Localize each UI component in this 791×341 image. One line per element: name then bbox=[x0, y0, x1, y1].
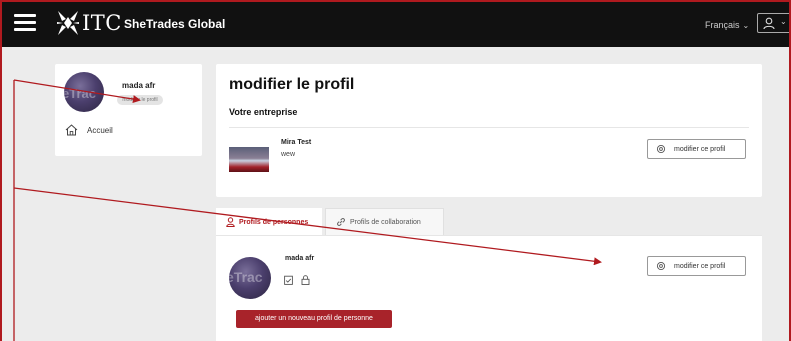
person-profile-card: eTrac mada afr modifier ce profil ajoute… bbox=[216, 236, 762, 341]
business-name: Mira Test bbox=[281, 139, 312, 146]
link-icon bbox=[337, 218, 345, 226]
itc-logo-icon bbox=[57, 11, 79, 35]
tab-label: Profils de personnes bbox=[239, 218, 309, 226]
person-name: mada afr bbox=[285, 255, 315, 262]
avatar[interactable]: eTrac bbox=[229, 257, 271, 299]
tab-people-profiles[interactable]: Profils de personnes bbox=[216, 208, 322, 236]
section-title: Votre entreprise bbox=[229, 107, 298, 117]
sidebar-item-label: Accueil bbox=[87, 125, 113, 135]
sidebar-item-home[interactable]: Accueil bbox=[65, 124, 113, 136]
language-label: Français bbox=[705, 20, 740, 30]
user-menu-button[interactable]: ⌄ bbox=[757, 13, 791, 33]
divider bbox=[229, 127, 749, 128]
language-selector[interactable]: Français ⌄ bbox=[705, 20, 749, 30]
lock-icon bbox=[301, 275, 310, 285]
logo-text: ITC bbox=[82, 11, 122, 35]
edit-business-profile-button[interactable]: modifier ce profil bbox=[647, 139, 746, 159]
top-navigation-bar: ITC SheTrades Global Français ⌄ ⌄ bbox=[0, 0, 791, 47]
business-subtitle: wew bbox=[281, 151, 296, 158]
page-title: modifier le profil bbox=[229, 76, 355, 93]
edit-button-label: modifier ce profil bbox=[674, 145, 726, 153]
chevron-down-icon: ⌄ bbox=[742, 21, 750, 30]
add-person-profile-button[interactable]: ajouter un nouveau profil de personne bbox=[236, 310, 392, 328]
edit-profile-card: modifier le profil Votre entreprise Mira… bbox=[216, 64, 762, 197]
page-content: eTrac mada afr modifier le profil Accuei… bbox=[0, 47, 791, 341]
user-icon bbox=[763, 17, 775, 30]
calendar-check-icon bbox=[284, 275, 293, 285]
edit-person-profile-button[interactable]: modifier ce profil bbox=[647, 256, 746, 276]
business-thumbnail bbox=[229, 147, 269, 172]
person-status-icons bbox=[284, 275, 310, 285]
avatar-ghost-text: eTrac bbox=[229, 269, 263, 285]
edit-profile-link[interactable]: modifier le profil bbox=[117, 95, 163, 105]
menu-icon[interactable] bbox=[14, 14, 36, 32]
edit-button-label: modifier ce profil bbox=[674, 262, 726, 270]
sidebar-user-name: mada afr bbox=[122, 81, 156, 90]
avatar-ghost-text: eTrac bbox=[64, 86, 96, 101]
gear-icon bbox=[656, 261, 666, 271]
user-sidebar-card: eTrac mada afr modifier le profil Accuei… bbox=[55, 64, 202, 156]
tab-collaboration-profiles[interactable]: Profils de collaboration bbox=[325, 208, 444, 236]
home-icon bbox=[65, 124, 78, 136]
chevron-down-icon: ⌄ bbox=[780, 17, 787, 26]
tab-label: Profils de collaboration bbox=[350, 218, 421, 226]
brand-name: SheTrades Global bbox=[124, 17, 226, 31]
gear-icon bbox=[656, 144, 666, 154]
avatar[interactable]: eTrac bbox=[64, 72, 104, 112]
person-icon bbox=[226, 217, 235, 227]
